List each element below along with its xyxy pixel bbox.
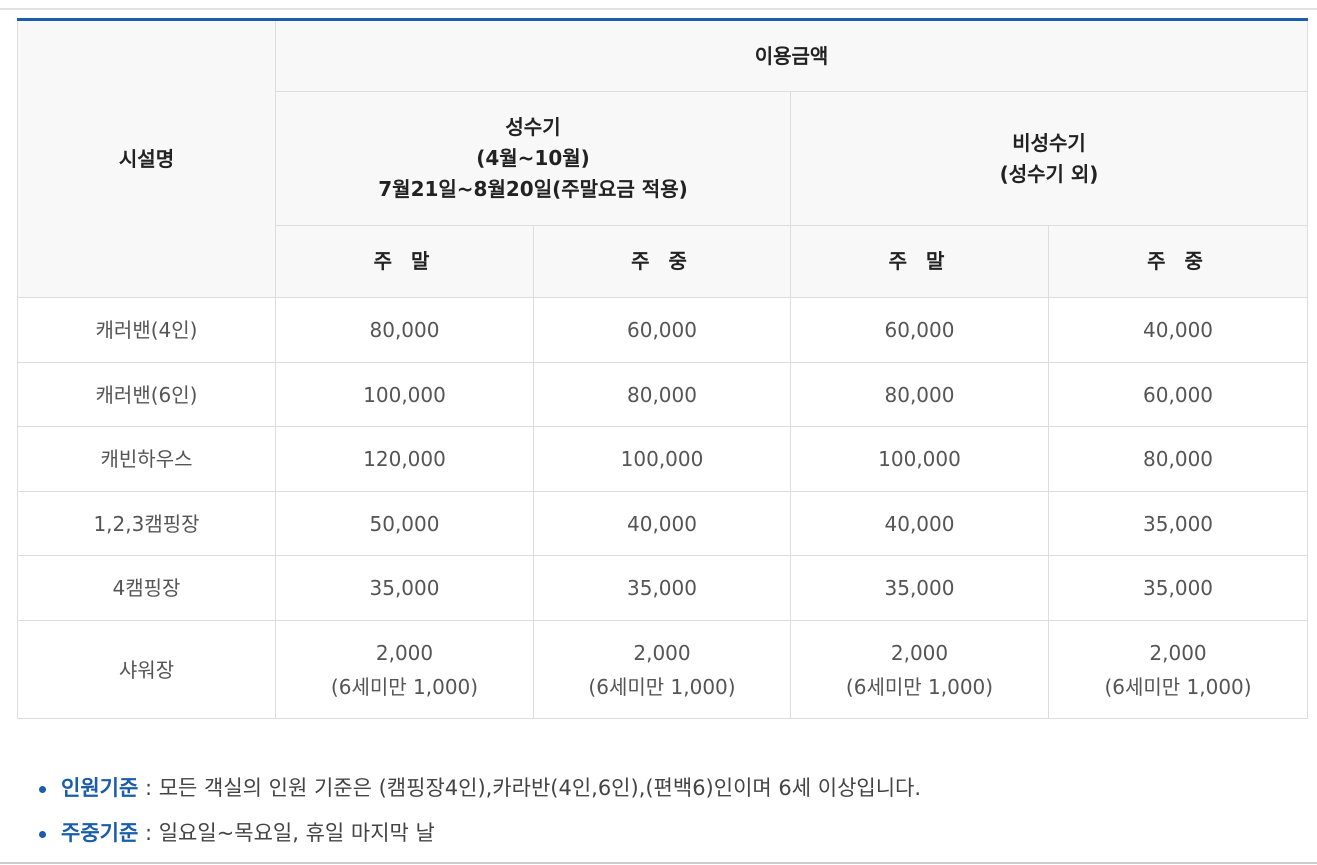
price-header: 이용금액 (274, 19, 1309, 92)
table-row: 4캠핑장 35,000 35,000 35,000 35,000 (17, 555, 1309, 621)
price-cell: 35,000 (1047, 555, 1309, 621)
table-row: 샤워장 2,000 (6세미만 1,000) 2,000 (6세미만 1,000… (17, 620, 1309, 719)
price-cell: 60,000 (533, 297, 791, 363)
price-cell: 35,000 (790, 555, 1049, 621)
price-cell: 100,000 (275, 362, 534, 427)
note-text: : 일요일~목요일, 휴일 마지막 날 (138, 821, 435, 845)
price-cell: 35,000 (533, 555, 791, 621)
note-text: : 모든 객실의 인원 기준은 (캠핑장4인),카라반(4인,6인),(편백6)… (138, 776, 922, 800)
table-row: 1,2,3캠핑장 50,000 40,000 40,000 35,000 (17, 491, 1309, 556)
price-subnote: (6세미만 1,000) (330, 674, 479, 699)
price-value: 2,000 (633, 640, 691, 665)
price-cell: 80,000 (275, 297, 534, 363)
facility-name: 캐러밴(4인) (17, 297, 276, 363)
offpeak-weekday-header: 주 중 (1047, 225, 1309, 298)
top-divider (0, 8, 1317, 10)
price-subnote: (6세미만 1,000) (588, 674, 736, 699)
price-cell: 40,000 (1047, 297, 1309, 363)
offpeak-season-note: (성수기 외) (999, 161, 1099, 186)
price-value: 2,000 (890, 640, 949, 665)
price-cell: 80,000 (790, 362, 1049, 427)
peak-season-title: 성수기 (505, 115, 561, 139)
table-row: 캐러밴(4인) 80,000 60,000 60,000 40,000 (17, 297, 1309, 363)
price-table: 시설명 이용금액 성수기 (4월~10월) 7월21일~8월20일(주말요금 적… (17, 18, 1309, 719)
peak-weekday-header: 주 중 (533, 225, 791, 298)
table-row: 캐빈하우스 120,000 100,000 100,000 80,000 (17, 426, 1309, 492)
peak-season-months: (4월~10월) (476, 146, 590, 170)
price-cell: 2,000 (6세미만 1,000) (1047, 620, 1309, 719)
list-item: 주중기준 : 일요일~목요일, 휴일 마지막 날 (37, 811, 921, 856)
price-cell: 120,000 (275, 426, 534, 492)
price-cell: 35,000 (1047, 491, 1309, 556)
price-cell: 35,000 (275, 555, 534, 621)
price-subnote: (6세미만 1,000) (1104, 674, 1252, 699)
facility-name: 캐빈하우스 (17, 426, 276, 492)
price-subnote: (6세미만 1,000) (845, 674, 994, 699)
notes-list: 인원기준 : 모든 객실의 인원 기준은 (캠핑장4인),카라반(4인,6인),… (37, 766, 921, 856)
price-cell: 40,000 (533, 491, 791, 556)
table-row: 캐러밴(6인) 100,000 80,000 80,000 60,000 (17, 362, 1309, 427)
price-cell: 2,000 (6세미만 1,000) (533, 620, 791, 719)
price-cell: 80,000 (533, 362, 791, 427)
price-value: 2,000 (375, 640, 434, 665)
bullet-icon (39, 786, 46, 793)
price-cell: 60,000 (1047, 362, 1309, 427)
price-cell: 2,000 (6세미만 1,000) (275, 620, 534, 719)
note-label: 인원기준 (61, 776, 139, 800)
offpeak-weekend-header: 주 말 (790, 225, 1049, 298)
price-cell: 100,000 (533, 426, 791, 492)
price-cell: 2,000 (6세미만 1,000) (790, 620, 1049, 719)
price-cell: 60,000 (790, 297, 1049, 363)
facility-name: 4캠핑장 (17, 555, 276, 621)
offpeak-season-header: 비성수기 (성수기 외) (789, 91, 1309, 226)
price-value: 2,000 (1149, 640, 1207, 665)
bullet-icon (39, 831, 46, 838)
price-cell: 100,000 (790, 426, 1049, 492)
facility-name: 1,2,3캠핑장 (17, 491, 276, 556)
peak-season-header: 성수기 (4월~10월) 7월21일~8월20일(주말요금 적용) (275, 91, 791, 226)
peak-weekend-header: 주 말 (275, 225, 534, 298)
price-cell: 50,000 (275, 491, 534, 556)
bottom-divider (0, 862, 1317, 864)
facility-header: 시설명 (17, 19, 276, 298)
peak-season-note: 7월21일~8월20일(주말요금 적용) (378, 177, 688, 201)
note-label: 주중기준 (61, 821, 139, 845)
offpeak-season-title: 비성수기 (1012, 130, 1086, 155)
facility-name: 샤워장 (17, 620, 276, 719)
facility-name: 캐러밴(6인) (17, 362, 276, 427)
price-cell: 80,000 (1047, 426, 1309, 492)
list-item: 인원기준 : 모든 객실의 인원 기준은 (캠핑장4인),카라반(4인,6인),… (37, 766, 921, 811)
price-cell: 40,000 (790, 491, 1049, 556)
